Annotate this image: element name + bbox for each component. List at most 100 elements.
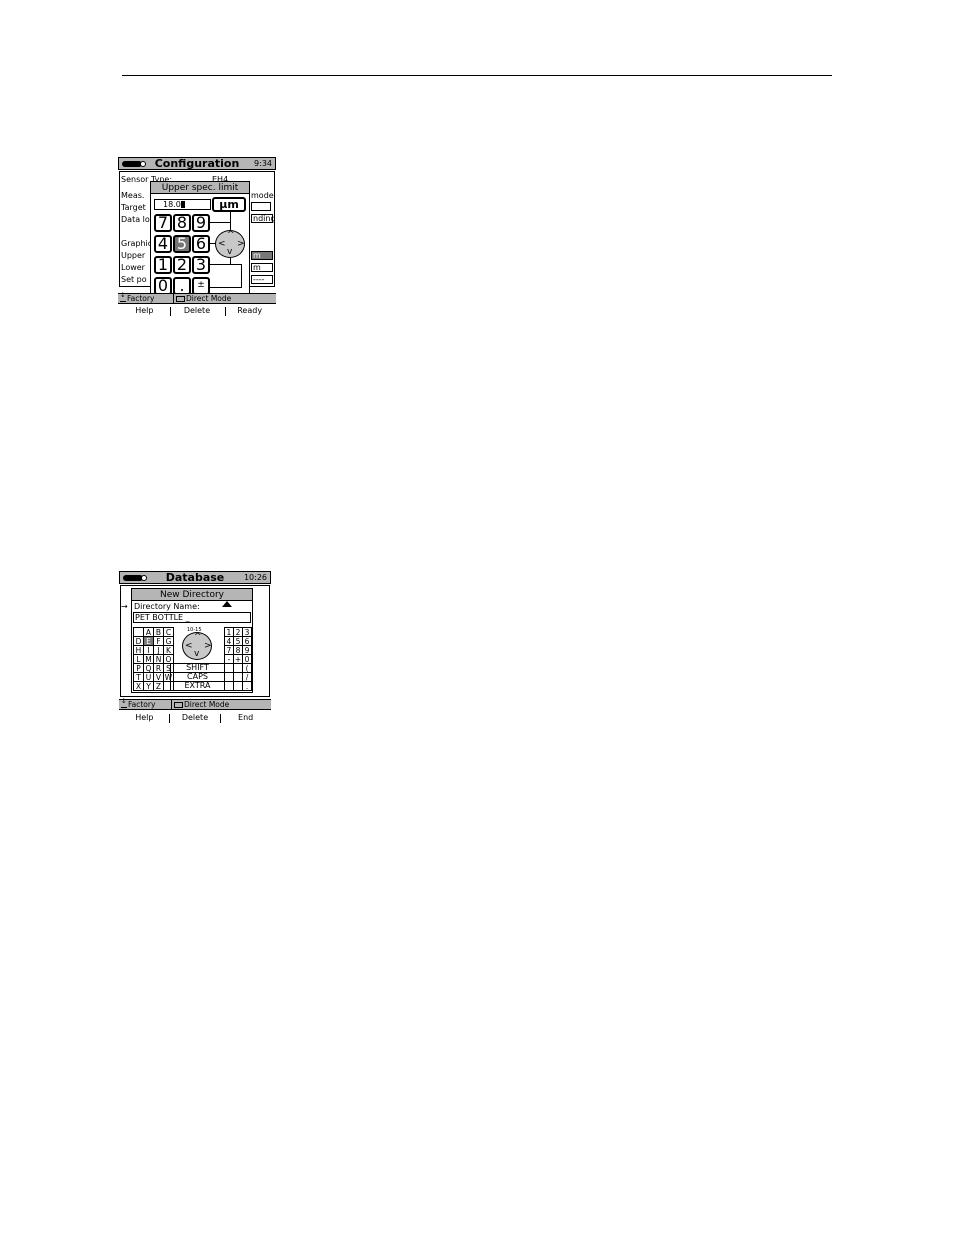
keyboard-key[interactable]: T — [133, 672, 144, 682]
connector-line — [230, 210, 231, 232]
keyboard-key[interactable]: Z — [153, 681, 164, 691]
keyboard-key[interactable] — [232, 663, 244, 673]
keyboard-key[interactable]: A — [143, 627, 154, 637]
extra-key[interactable]: EXTRA — [170, 681, 225, 691]
digit-keys: 1 2 3 4 5 6 7 8 9- +0(/. — [224, 627, 252, 691]
factory-icon — [120, 292, 126, 302]
key-1[interactable]: 1 — [154, 256, 172, 274]
connector-line — [210, 222, 230, 223]
clock: 9:34 — [254, 159, 272, 168]
keyboard-key[interactable]: U — [143, 672, 154, 682]
keyboard-key[interactable]: ( — [242, 663, 252, 673]
screen-title: Configuration — [154, 157, 240, 170]
keyboard-key[interactable]: J — [153, 645, 164, 655]
keyboard-key[interactable]: D — [133, 636, 144, 646]
lower-field[interactable]: m — [251, 263, 273, 272]
data-logging-field[interactable]: nding — [251, 214, 276, 223]
keyboard-key[interactable]: X — [133, 681, 144, 691]
key-row: PQRS — [133, 663, 174, 673]
keyboard-key[interactable]: L — [133, 654, 144, 664]
arrow-down-icon: v — [194, 649, 200, 659]
status-factory: Factory — [120, 292, 154, 303]
keyboard-key[interactable]: N — [153, 654, 164, 664]
key-row: XYZ — [133, 681, 174, 691]
popup-title: Upper spec. limit — [151, 182, 249, 194]
keyboard-key[interactable]: / — [242, 672, 252, 682]
key-6[interactable]: 6 — [192, 235, 210, 253]
keyboard-key[interactable]: B — [153, 627, 164, 637]
keyboard-key[interactable]: 7 — [224, 645, 234, 655]
keyboard-key[interactable]: 8 — [232, 645, 244, 655]
arrow-right-icon: > — [204, 641, 212, 651]
keyboard-key[interactable]: 2 — [232, 627, 244, 637]
unit-button[interactable]: µm — [212, 197, 246, 212]
value-input[interactable]: 18.0 — [154, 199, 211, 210]
direction-pad-icon[interactable]: ^ < > v — [182, 632, 212, 660]
direction-pad-icon[interactable]: ^ < > v — [215, 230, 245, 258]
keyboard-key[interactable]: 9 — [242, 645, 252, 655]
key-row: 123 — [224, 627, 252, 637]
key-row: 456 — [224, 636, 252, 646]
softkey-help[interactable]: Help — [119, 712, 170, 724]
keyboard-key[interactable] — [224, 681, 234, 691]
keyboard-key[interactable] — [232, 681, 244, 691]
keyboard-key[interactable]: R — [153, 663, 164, 673]
keyboard-key[interactable]: I — [143, 645, 154, 655]
value-text: 18.0 — [163, 200, 181, 209]
keyboard-key[interactable]: + — [232, 654, 244, 664]
keyboard-key[interactable]: 4 — [224, 636, 234, 646]
label-data-logging: Data lo — [121, 215, 150, 224]
key-5[interactable]: 5 — [173, 235, 191, 253]
key-8[interactable]: 8 — [173, 214, 191, 232]
keyboard-key[interactable] — [224, 663, 234, 673]
directory-name-input[interactable]: PET BOTTLE _ — [133, 612, 251, 623]
keyboard-key[interactable]: - — [224, 654, 234, 664]
upper-field[interactable]: m — [251, 251, 273, 260]
keyboard-key[interactable]: 0 — [242, 654, 252, 664]
key-9[interactable]: 9 — [192, 214, 210, 232]
keyboard-key[interactable]: H — [133, 645, 144, 655]
key-7[interactable]: 7 — [154, 214, 172, 232]
status-bar: Factory Direct Mode — [119, 698, 271, 710]
arrow-up-icon: ^ — [227, 230, 235, 240]
softkey-delete[interactable]: Delete — [171, 305, 224, 317]
keyboard-key[interactable]: E — [143, 636, 154, 646]
status-separator — [173, 294, 174, 303]
keyboard-key[interactable] — [232, 672, 244, 682]
title-bar: Database 10:26 — [119, 571, 271, 584]
popup-title: New Directory — [132, 589, 252, 601]
direct-mode-icon — [174, 702, 183, 708]
keyboard-key[interactable]: F — [153, 636, 164, 646]
key-row: - +0 — [224, 654, 252, 664]
factory-icon — [121, 698, 127, 708]
keyboard-key[interactable]: Y — [143, 681, 154, 691]
softkey-help[interactable]: Help — [118, 305, 171, 317]
keyboard-key[interactable]: 6 — [242, 636, 252, 646]
keyboard-key[interactable]: . — [242, 681, 252, 691]
keyboard-key[interactable]: M — [143, 654, 154, 664]
meas-mode-fragment: mode — [251, 191, 274, 200]
status-direct-mode: Direct Mode — [176, 294, 231, 303]
keyboard-key[interactable] — [133, 627, 144, 637]
key-4[interactable]: 4 — [154, 235, 172, 253]
upper-spec-limit-popup: Upper spec. limit 18.0 µm 7 8 9 4 5 6 1 … — [150, 181, 250, 296]
keyboard-key[interactable]: 5 — [232, 636, 244, 646]
key-2[interactable]: 2 — [173, 256, 191, 274]
key-3[interactable]: 3 — [192, 256, 210, 274]
softkey-end[interactable]: End — [220, 712, 271, 724]
keyboard-key[interactable]: 1 — [224, 627, 234, 637]
keyboard-key[interactable] — [224, 672, 234, 682]
keyboard-key[interactable]: Q — [143, 663, 154, 673]
arrow-left-icon: < — [218, 239, 226, 249]
direct-mode-icon — [176, 296, 185, 302]
label-set-point: Set po — [121, 275, 147, 284]
softkey-bar: Help Delete End — [119, 712, 271, 724]
key-row: 789 — [224, 645, 252, 655]
target-field[interactable] — [251, 202, 271, 211]
keyboard-key[interactable]: P — [133, 663, 144, 673]
keyboard-key[interactable]: 3 — [242, 627, 252, 637]
softkey-ready[interactable]: Ready — [223, 305, 276, 317]
keyboard-key[interactable]: V — [153, 672, 164, 682]
set-point-field[interactable]: ---- — [251, 275, 273, 284]
softkey-delete[interactable]: Delete — [170, 712, 221, 724]
